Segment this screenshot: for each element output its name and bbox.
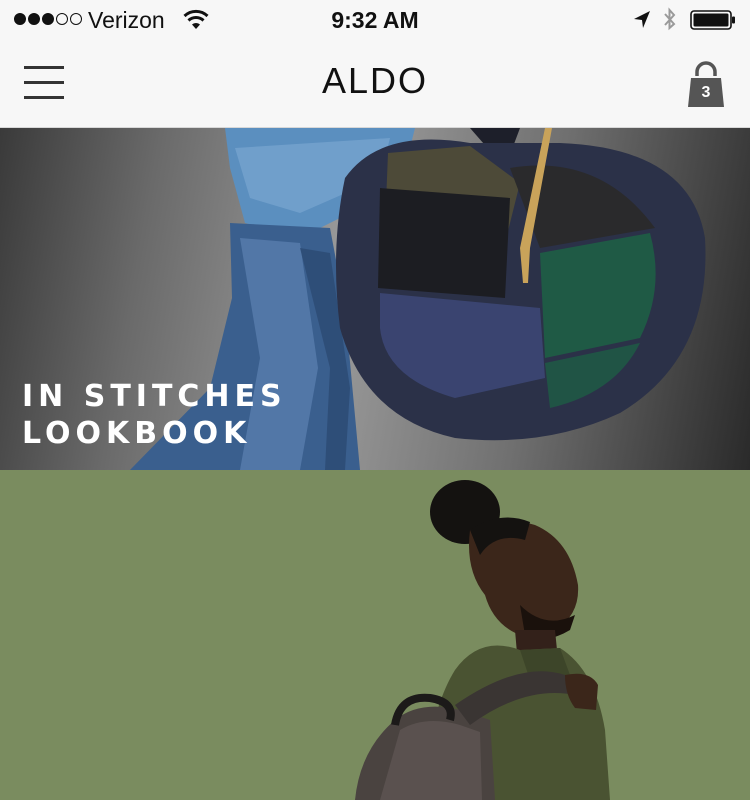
backpack-model-image bbox=[355, 480, 610, 800]
banner-title: IN STITCHES LOOKBOOK bbox=[22, 379, 287, 451]
lookbook-banner[interactable]: IN STITCHES LOOKBOOK bbox=[0, 128, 750, 470]
status-bar: Verizon 9:32 AM bbox=[0, 0, 750, 40]
cart-count-badge: 3 bbox=[701, 84, 711, 101]
bluetooth-icon bbox=[664, 7, 676, 31]
cart-button[interactable]: 3 bbox=[686, 60, 726, 110]
battery-icon bbox=[690, 10, 735, 30]
backpack-banner[interactable] bbox=[0, 470, 750, 800]
brand-logo[interactable]: ALDO bbox=[0, 60, 750, 102]
location-arrow-icon bbox=[634, 11, 650, 28]
app-header: ALDO 3 bbox=[0, 40, 750, 128]
